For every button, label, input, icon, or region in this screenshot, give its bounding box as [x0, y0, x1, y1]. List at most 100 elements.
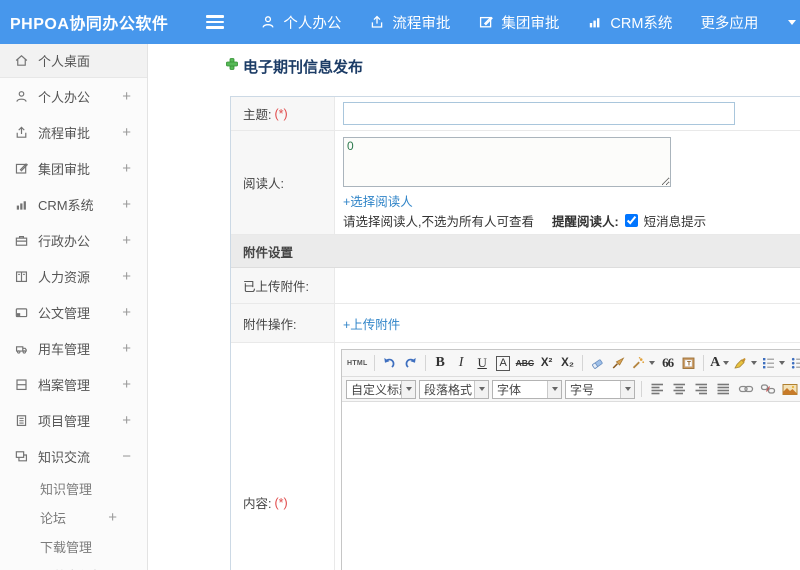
link-icon[interactable] [736, 379, 755, 400]
expand-plus[interactable]: + [122, 124, 131, 141]
nav-crm[interactable]: CRM系统 [587, 12, 672, 33]
align-center-icon[interactable] [670, 379, 689, 400]
sidebar-item-flow-approval[interactable]: 流程审批 + [0, 114, 147, 150]
magic-wand-icon[interactable] [630, 353, 656, 374]
nav-more-apps[interactable]: 更多应用 [700, 12, 758, 33]
sidebar-item-personal-office[interactable]: 个人办公 + [0, 78, 147, 114]
nav-personal-office[interactable]: 个人办公 [260, 12, 341, 33]
chevron-down-icon[interactable] [788, 19, 797, 25]
blockquote-button[interactable]: 66 [658, 353, 677, 374]
chevron-down-icon [620, 380, 634, 398]
italic-button[interactable]: I [452, 353, 471, 374]
eraser-icon[interactable] [588, 353, 607, 374]
content-row: 内容: (*) HTML B I U A ABC X² X₂ 66 T A 自定… [231, 343, 800, 570]
header-nav: 个人办公 流程审批 集团审批 CRM系统 更多应用 [260, 12, 797, 33]
sms-remind-checkbox[interactable] [624, 213, 638, 227]
sidebar-item-projects[interactable]: 项目管理 + [0, 402, 147, 438]
readers-hint: 请选择阅读人,不选为所有人可查看 [343, 214, 534, 229]
collapse-minus[interactable]: − [122, 448, 131, 465]
bullet-list-icon[interactable] [788, 353, 800, 374]
sidebar-subitem-knowledge-mgmt[interactable]: 知识管理 [0, 474, 147, 503]
sidebar-item-admin-office[interactable]: 行政办公 + [0, 222, 147, 258]
sidebar-item-crm[interactable]: CRM系统 + [0, 186, 147, 222]
subject-input[interactable] [343, 102, 735, 125]
highlight-color-icon[interactable] [732, 353, 758, 374]
bold-button[interactable]: B [431, 353, 450, 374]
align-justify-icon[interactable] [714, 379, 733, 400]
book-icon [14, 269, 29, 284]
expand-plus[interactable]: + [108, 509, 117, 526]
sidebar-subitem-forum[interactable]: 论坛 + [0, 503, 147, 532]
paste-icon[interactable]: T [679, 353, 698, 374]
font-color-button[interactable]: A [709, 353, 730, 374]
required-mark: (*) [274, 106, 288, 121]
chevron-down-icon [474, 380, 488, 398]
chat-icon [14, 449, 29, 464]
nav-flow-approval[interactable]: 流程审批 [369, 12, 450, 33]
undo-icon[interactable] [380, 353, 399, 374]
upload-attachment-link[interactable]: +上传附件 [343, 314, 400, 333]
app-title: PHPOA协同办公软件 [10, 16, 169, 33]
editor-content-area[interactable] [342, 402, 800, 570]
top-header: PHPOA协同办公软件 个人办公 流程审批 集团审批 CRM系统 更多应用 [0, 0, 800, 44]
sidebar-item-documents[interactable]: 公文管理 + [0, 294, 147, 330]
font-size-select[interactable]: 字号 [565, 379, 635, 399]
chevron-down-icon [401, 380, 415, 398]
sidebar-item-archives[interactable]: 档案管理 + [0, 366, 147, 402]
expand-plus[interactable]: + [122, 160, 131, 177]
unlink-icon[interactable] [758, 379, 777, 400]
chevron-down-icon [547, 380, 561, 398]
attach-op-label: 附件操作: [243, 317, 297, 332]
expand-plus[interactable]: + [122, 88, 131, 105]
sms-remind-label: 短消息提示 [643, 214, 707, 229]
page-title: 电子期刊信息发布 [225, 56, 363, 77]
expand-plus[interactable]: + [122, 232, 131, 249]
sidebar-subitem-downloads[interactable]: 下载管理 [0, 532, 147, 561]
editor-toolbar-row2: 自定义标题 段落格式 字体 字号 [342, 377, 800, 402]
sidebar-item-hr[interactable]: 人力资源 + [0, 258, 147, 294]
sidebar-item-knowledge[interactable]: 知识交流 − [0, 438, 147, 474]
ordered-list-icon[interactable] [760, 353, 786, 374]
expand-plus[interactable]: + [122, 340, 131, 357]
format-painter-icon[interactable] [609, 353, 628, 374]
rich-text-editor: HTML B I U A ABC X² X₂ 66 T A 自定义标 段落格式 … [341, 349, 800, 570]
chevron-down-icon [751, 361, 758, 365]
user-icon [14, 89, 29, 104]
sidebar-item-group-approval[interactable]: 集团审批 + [0, 150, 147, 186]
readers-label: 阅读人: [243, 177, 284, 191]
sidebar-subitem-public-cabinet[interactable]: 公共文件柜 [0, 561, 147, 570]
subscript-button[interactable]: X₂ [558, 353, 577, 374]
sidebar-item-desktop[interactable]: 个人桌面 [0, 44, 147, 78]
chevron-down-icon [723, 361, 730, 365]
custom-heading-select[interactable]: 自定义标题 [346, 379, 416, 399]
expand-plus[interactable]: + [122, 412, 131, 429]
expand-plus[interactable]: + [122, 304, 131, 321]
menu-toggle-icon[interactable] [206, 15, 225, 29]
home-icon [14, 53, 29, 68]
nav-group-approval[interactable]: 集团审批 [478, 12, 559, 33]
sidebar-item-vehicles[interactable]: 用车管理 + [0, 330, 147, 366]
redo-icon[interactable] [401, 353, 420, 374]
superscript-button[interactable]: X² [537, 353, 556, 374]
attachment-actions-row: 附件操作: +上传附件 [231, 304, 800, 343]
flow-icon [14, 125, 29, 140]
readers-textarea[interactable] [343, 137, 671, 187]
paragraph-format-select[interactable]: 段落格式 [419, 379, 489, 399]
expand-plus[interactable]: + [122, 376, 131, 393]
select-readers-link[interactable]: +选择阅读人 [343, 191, 413, 210]
editor-toolbar-row1: HTML B I U A ABC X² X₂ 66 T A [342, 350, 800, 377]
strikethrough-button[interactable]: ABC [515, 353, 535, 374]
chart-icon [14, 197, 29, 212]
expand-plus[interactable]: + [122, 196, 131, 213]
font-family-select[interactable]: 字体 [492, 379, 562, 399]
align-left-icon[interactable] [648, 379, 667, 400]
svg-text:T: T [687, 361, 691, 368]
remind-readers-label: 提醒阅读人: [551, 214, 619, 229]
font-style-button[interactable]: A [494, 353, 513, 374]
archive-icon [14, 377, 29, 392]
underline-button[interactable]: U [473, 353, 492, 374]
expand-plus[interactable]: + [122, 268, 131, 285]
html-source-button[interactable]: HTML [346, 353, 369, 374]
align-right-icon[interactable] [692, 379, 711, 400]
insert-image-icon[interactable] [780, 379, 799, 400]
